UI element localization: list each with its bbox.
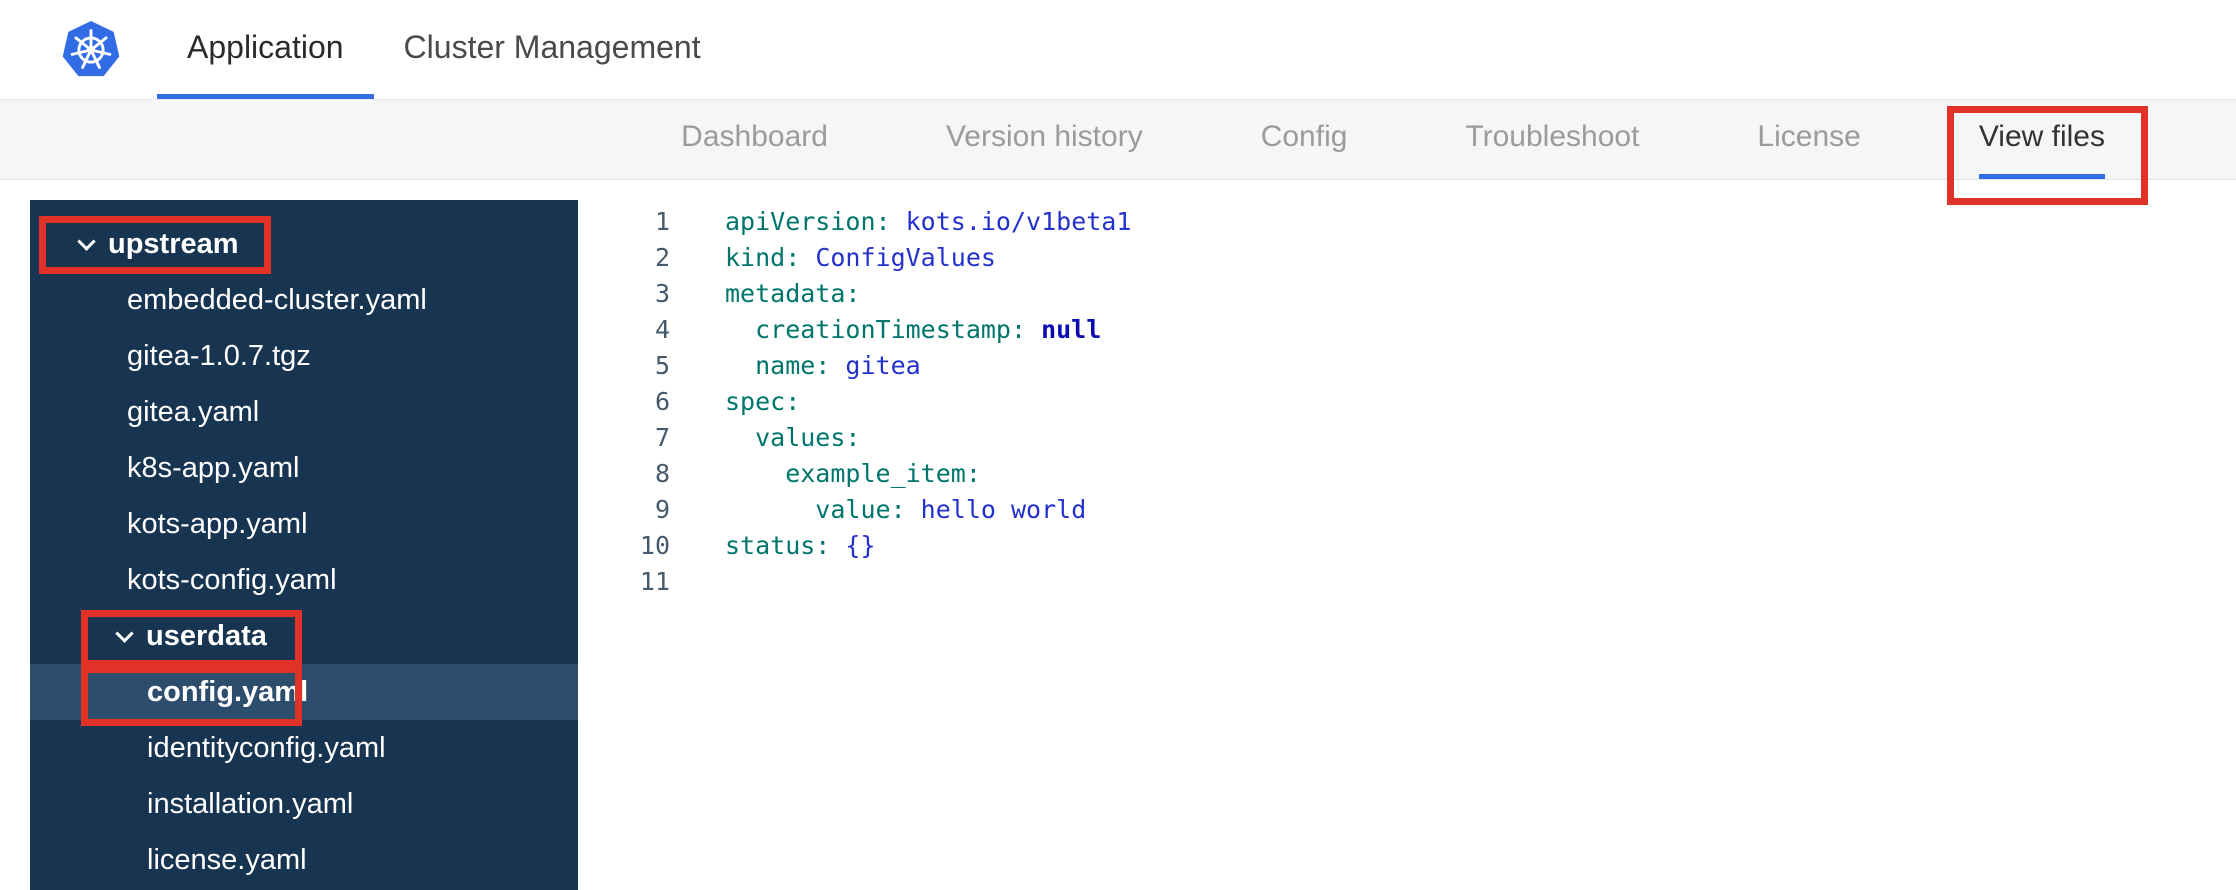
code-line-4[interactable]: 4 creationTimestamp: null [578, 312, 2236, 348]
tree-file-license-yaml[interactable]: license.yaml [30, 832, 578, 888]
code-text: apiVersion: kots.io/v1beta1 [725, 207, 1132, 236]
code-line-5[interactable]: 5 name: gitea [578, 348, 2236, 384]
top-tab-bar: Application Cluster Management [157, 0, 731, 99]
code-line-7[interactable]: 7 values: [578, 420, 2236, 456]
code-text: values: [725, 423, 861, 452]
code-line-6[interactable]: 6 spec: [578, 384, 2236, 420]
code-line-9[interactable]: 9 value: hello world [578, 492, 2236, 528]
line-number: 2 [654, 243, 670, 272]
line-number: 8 [654, 459, 670, 488]
code-text: status: {} [725, 531, 876, 560]
file-label: gitea-1.0.7.tgz [127, 339, 311, 372]
file-label: gitea.yaml [127, 395, 260, 428]
file-label: license.yaml [147, 843, 307, 876]
code-line-10[interactable]: 10 status: {} [578, 528, 2236, 564]
subnav-tab-config[interactable]: Config [1261, 100, 1348, 179]
tree-file-identityconfig-yaml[interactable]: identityconfig.yaml [30, 720, 578, 776]
tree-file-kots-app-yaml[interactable]: kots-app.yaml [30, 496, 578, 552]
line-number: 9 [654, 495, 670, 524]
code-text: example_item: [725, 459, 981, 488]
top-bar: Application Cluster Management [0, 0, 2236, 100]
folder-label: upstream [108, 227, 239, 260]
chevron-down-icon [77, 231, 96, 251]
tab-application[interactable]: Application [157, 0, 374, 99]
code-text: creationTimestamp: null [725, 315, 1102, 344]
chevron-down-icon [115, 623, 134, 643]
file-label: k8s-app.yaml [127, 451, 300, 484]
code-line-8[interactable]: 8 example_item: [578, 456, 2236, 492]
line-number: 10 [639, 531, 670, 560]
line-number: 11 [639, 567, 670, 596]
tree-file-gitea-1-0-7-tgz[interactable]: gitea-1.0.7.tgz [30, 328, 578, 384]
code-line-2[interactable]: 2 kind: ConfigValues [578, 240, 2236, 276]
line-number: 7 [654, 423, 670, 452]
line-number: 6 [654, 387, 670, 416]
app-subnav: Dashboard Version history Config Troublesho… [0, 100, 2236, 180]
file-label: kots-app.yaml [127, 507, 308, 540]
subnav-tab-view-files[interactable]: View files [1978, 100, 2105, 179]
code-text: spec: [725, 387, 801, 416]
tree-file-gitea-yaml[interactable]: gitea.yaml [30, 384, 578, 440]
code-text: value: hello world [725, 495, 1087, 524]
tree-file-k8s-app-yaml[interactable]: k8s-app.yaml [30, 440, 578, 496]
line-number: 5 [654, 351, 670, 380]
subnav-tab-license[interactable]: License [1757, 100, 1860, 179]
line-number: 4 [654, 315, 670, 344]
code-line-3[interactable]: 3 metadata: [578, 276, 2236, 312]
file-editor: 1 apiVersion: kots.io/v1beta1 2 kind: Confi… [578, 180, 2236, 890]
line-number: 3 [654, 279, 670, 308]
tree-file-config-yaml[interactable]: config.yaml [30, 664, 578, 720]
code-text: metadata: [725, 279, 861, 308]
kots-admin-console: Application Cluster Management Dashboard… [0, 0, 2236, 890]
tree-file-embedded-cluster-yaml[interactable]: embedded-cluster.yaml [30, 272, 578, 328]
file-label: kots-config.yaml [127, 563, 337, 596]
tree-folder-upstream[interactable]: upstream [30, 216, 578, 272]
subnav-tab-troubleshoot[interactable]: Troubleshoot [1465, 100, 1639, 179]
code-line-11[interactable]: 11 [578, 564, 2236, 600]
tab-application-label: Application [187, 28, 344, 65]
tree-folder-userdata[interactable]: userdata [30, 608, 578, 664]
file-label: installation.yaml [147, 787, 354, 820]
line-number: 1 [654, 207, 670, 236]
file-label: identityconfig.yaml [147, 731, 386, 764]
code-text: kind: ConfigValues [725, 243, 996, 272]
folder-label: userdata [146, 619, 267, 652]
file-tree-sidebar: upstream embedded-cluster.yaml gitea-1.0.7… [30, 200, 578, 890]
subnav-tab-dashboard[interactable]: Dashboard [681, 100, 828, 179]
tab-cluster-management-label: Cluster Management [403, 28, 701, 65]
file-label: embedded-cluster.yaml [127, 283, 427, 316]
tree-file-installation-yaml[interactable]: installation.yaml [30, 776, 578, 832]
tab-cluster-management[interactable]: Cluster Management [374, 0, 731, 99]
tree-file-kots-config-yaml[interactable]: kots-config.yaml [30, 552, 578, 608]
subnav-tab-version-history[interactable]: Version history [946, 100, 1143, 179]
code-lines: 1 apiVersion: kots.io/v1beta1 2 kind: Confi… [578, 204, 2236, 600]
kubernetes-logo-icon [60, 19, 122, 81]
code-line-1[interactable]: 1 apiVersion: kots.io/v1beta1 [578, 204, 2236, 240]
file-label: config.yaml [147, 675, 309, 708]
code-text: name: gitea [725, 351, 921, 380]
